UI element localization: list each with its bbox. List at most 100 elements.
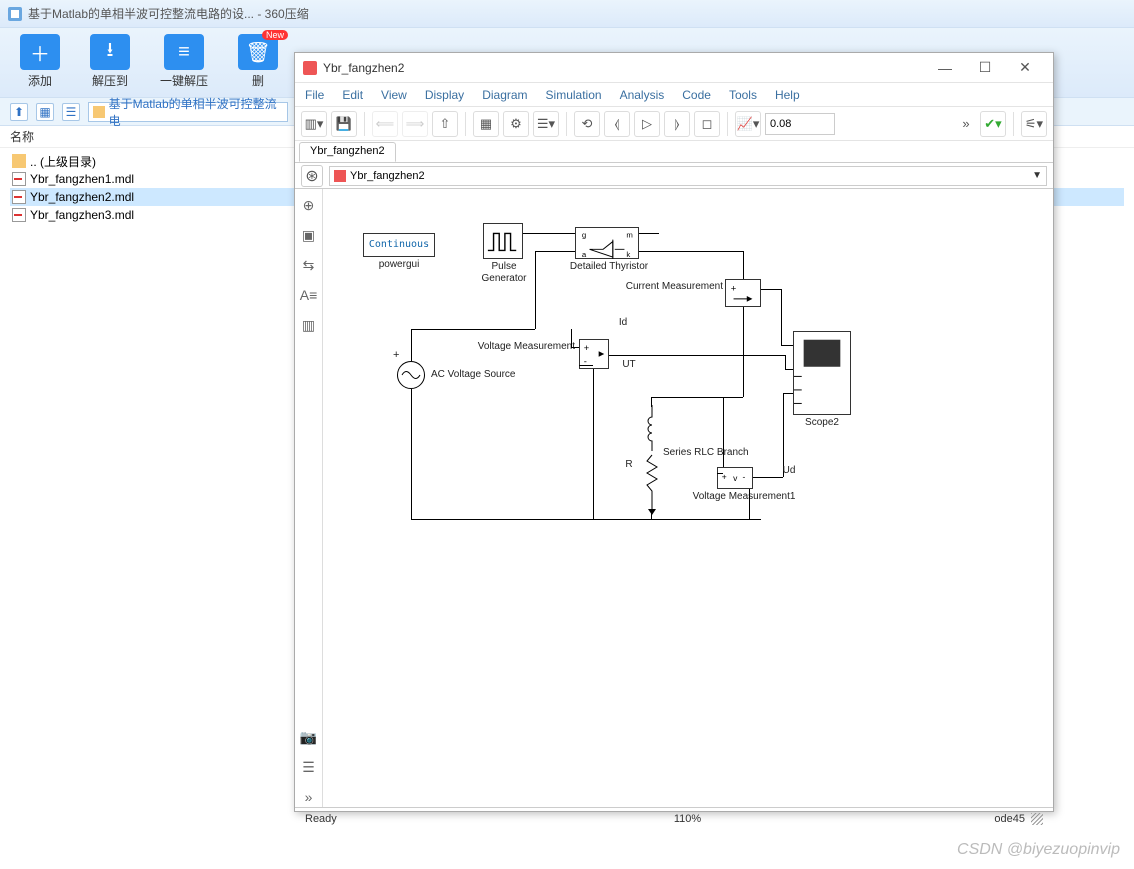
- toolbar-delete-button[interactable]: 🗑New删: [238, 34, 278, 97]
- run-button[interactable]: ▷: [634, 111, 660, 137]
- hide-browser-button[interactable]: ⊛: [301, 165, 323, 187]
- model-tab[interactable]: Ybr_fangzhen2: [299, 142, 396, 162]
- status-ready: Ready: [305, 813, 575, 825]
- minimize-button[interactable]: —: [925, 55, 965, 81]
- label-voltage-measurement1: Voltage Measurement1: [679, 491, 809, 502]
- menu-display[interactable]: Display: [425, 88, 464, 102]
- block-scope2[interactable]: [793, 331, 851, 415]
- address-text: 基于Matlab的单相半波可控整流电: [109, 95, 283, 129]
- resize-grip-icon[interactable]: [1031, 813, 1043, 825]
- breadcrumb-text: Ybr_fangzhen2: [350, 170, 425, 182]
- label-voltage-measurement: Voltage Measurement: [463, 341, 575, 352]
- menu-analysis[interactable]: Analysis: [620, 88, 665, 102]
- block-current-measurement[interactable]: +: [725, 279, 761, 307]
- status-solver: ode45: [800, 813, 1025, 825]
- svg-text:-: -: [743, 471, 746, 481]
- simulink-status-bar: Ready 110% ode45: [295, 807, 1053, 829]
- block-pulse-generator[interactable]: [483, 223, 523, 259]
- fast-restart-icon[interactable]: »: [956, 111, 976, 137]
- block-rlc-branch[interactable]: [643, 405, 661, 515]
- more-options-button[interactable]: ⚟▾: [1021, 111, 1047, 137]
- simulink-title-bar[interactable]: Ybr_fangzhen2 — ☐ ✕: [295, 53, 1053, 83]
- ac-plus-label: +: [393, 349, 399, 361]
- simulation-mode-dropdown[interactable]: 📈▾: [735, 111, 761, 137]
- view-list-icon[interactable]: ☰: [62, 103, 80, 121]
- new-model-button[interactable]: ▥▾: [301, 111, 327, 137]
- simulink-icon: [303, 61, 317, 75]
- fit-to-view-icon[interactable]: ▣: [299, 225, 319, 245]
- menu-simulation[interactable]: Simulation: [546, 88, 602, 102]
- simulink-canvas[interactable]: Continuous powergui Pulse Generator gmak…: [323, 189, 1053, 807]
- watermark: CSDN @biyezuopinvip: [957, 841, 1120, 859]
- library-browser-button[interactable]: ▦: [473, 111, 499, 137]
- svg-text:m: m: [626, 231, 632, 240]
- mdl-file-icon: [12, 190, 26, 204]
- simulink-toolbar: ▥▾ 💾 ⟸ ⟹ ⇧ ▦ ⚙ ☰▾ ⟲ ⦉ ▷ ⦊ ◻ 📈▾ » ✔▾ ⚟▾: [295, 107, 1053, 141]
- simulink-title: Ybr_fangzhen2: [323, 61, 404, 75]
- label-ac-source: AC Voltage Source: [431, 369, 541, 380]
- model-explorer-button[interactable]: ☰▾: [533, 111, 559, 137]
- toolbar-one-click-extract-button[interactable]: ≡一键解压: [160, 34, 208, 97]
- breadcrumb[interactable]: Ybr_fangzhen2 ▼: [329, 166, 1047, 186]
- forward-button[interactable]: ⟹: [402, 111, 428, 137]
- annotation-icon[interactable]: A≡: [299, 285, 319, 305]
- stop-button[interactable]: ◻: [694, 111, 720, 137]
- collapse-icon[interactable]: »: [299, 787, 319, 807]
- menu-edit[interactable]: Edit: [342, 88, 363, 102]
- menu-view[interactable]: View: [381, 88, 407, 102]
- up-button[interactable]: ⇧: [432, 111, 458, 137]
- svg-text:k: k: [626, 250, 630, 259]
- label-scope2: Scope2: [793, 417, 851, 428]
- svg-text:g: g: [582, 231, 586, 240]
- label-R: R: [619, 459, 639, 470]
- address-bar[interactable]: 基于Matlab的单相半波可控整流电: [88, 102, 288, 122]
- block-voltage-measurement1[interactable]: +v-: [717, 467, 753, 489]
- step-back-icon[interactable]: ⦉: [604, 111, 630, 137]
- up-arrow-icon[interactable]: ⬆: [10, 103, 28, 121]
- menu-tools[interactable]: Tools: [729, 88, 757, 102]
- menu-help[interactable]: Help: [775, 88, 800, 102]
- label-UT: UT: [619, 359, 639, 370]
- status-zoom: 110%: [575, 813, 800, 825]
- breadcrumb-dropdown-icon[interactable]: ▼: [1032, 170, 1042, 181]
- screenshot-icon[interactable]: 📷: [299, 727, 319, 747]
- label-thyristor: Detailed Thyristor: [561, 261, 657, 272]
- back-button[interactable]: ⟸: [372, 111, 398, 137]
- svg-text:+: +: [584, 343, 589, 353]
- mdl-file-icon: [12, 172, 26, 186]
- toolbar-extract-to-button[interactable]: ⭳解压到: [90, 34, 130, 97]
- simulink-menu-bar: File Edit View Display Diagram Simulatio…: [295, 83, 1053, 107]
- folder-icon: [12, 154, 26, 168]
- menu-diagram[interactable]: Diagram: [482, 88, 527, 102]
- model-config-button[interactable]: ⚙: [503, 111, 529, 137]
- svg-text:v: v: [733, 473, 738, 483]
- model-icon: [334, 170, 346, 182]
- zoom-fit-icon[interactable]: ⊕: [299, 195, 319, 215]
- toggle-perspective-icon[interactable]: ⇆: [299, 255, 319, 275]
- stop-time-input[interactable]: [765, 113, 835, 135]
- toolbar-add-button[interactable]: ＋添加: [20, 34, 60, 97]
- simulink-model-tabs: Ybr_fangzhen2: [295, 141, 1053, 163]
- step-back-button[interactable]: ⟲: [574, 111, 600, 137]
- label-current-measurement: Current Measurement: [603, 281, 723, 292]
- close-button[interactable]: ✕: [1005, 55, 1045, 81]
- block-ac-voltage-source[interactable]: [397, 361, 425, 389]
- menu-code[interactable]: Code: [682, 88, 711, 102]
- step-forward-button[interactable]: ⦊: [664, 111, 690, 137]
- label-pulse-1: Pulse: [471, 261, 537, 272]
- label-powergui: powergui: [363, 259, 435, 270]
- checkmark-button[interactable]: ✔▾: [980, 111, 1006, 137]
- simulink-side-palette: ⊕ ▣ ⇆ A≡ ▥ 📷 ☰ »: [295, 189, 323, 807]
- browser-icon[interactable]: ☰: [299, 757, 319, 777]
- app-icon: [8, 7, 22, 21]
- view-grid-icon[interactable]: ▦: [36, 103, 54, 121]
- save-button[interactable]: 💾: [331, 111, 357, 137]
- menu-file[interactable]: File: [305, 88, 324, 102]
- block-detailed-thyristor[interactable]: gmak: [575, 227, 639, 259]
- outer-window-title: 基于Matlab的单相半波可控整流电路的设... - 360压缩: [28, 5, 309, 22]
- image-icon[interactable]: ▥: [299, 315, 319, 335]
- maximize-button[interactable]: ☐: [965, 55, 1005, 81]
- simulink-window: Ybr_fangzhen2 — ☐ ✕ File Edit View Displ…: [294, 52, 1054, 812]
- simulink-breadcrumb-bar: ⊛ Ybr_fangzhen2 ▼: [295, 163, 1053, 189]
- block-powergui[interactable]: Continuous: [363, 233, 435, 257]
